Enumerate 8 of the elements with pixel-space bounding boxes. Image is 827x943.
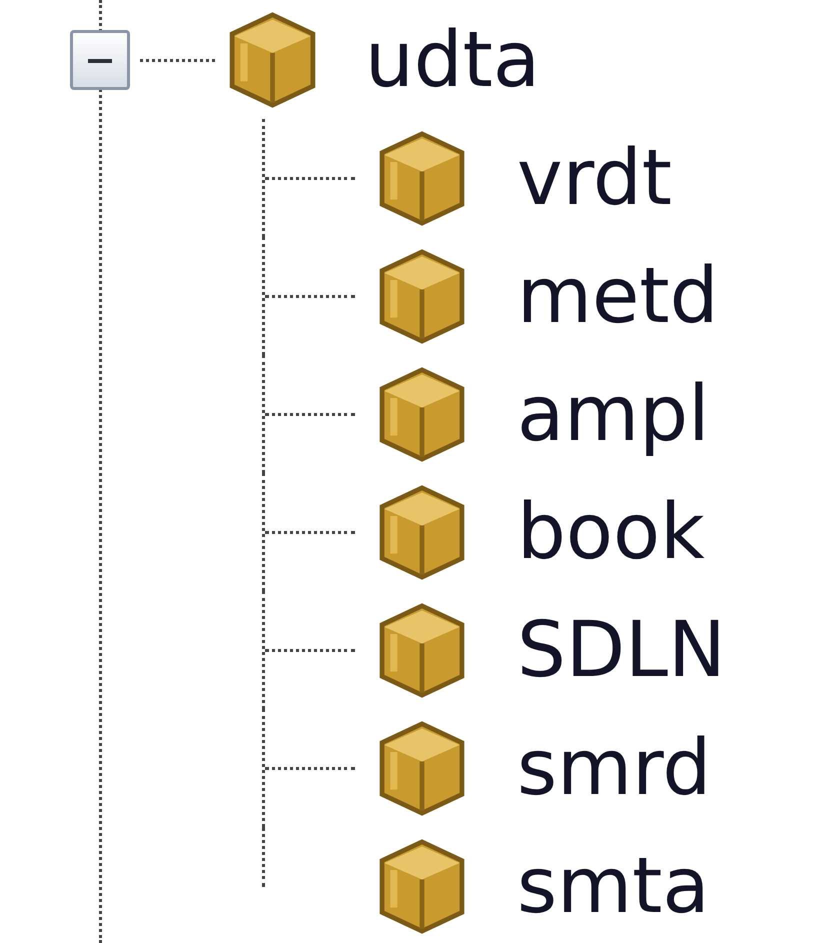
tree-item[interactable]: smta: [517, 848, 710, 924]
tree-item[interactable]: smrd: [517, 730, 712, 806]
tree-item[interactable]: udta: [365, 22, 540, 98]
tree-item[interactable]: SDLN: [517, 612, 726, 688]
collapse-toggle[interactable]: [70, 30, 130, 90]
tree-item[interactable]: book: [517, 494, 705, 570]
tree-item[interactable]: metd: [517, 258, 718, 334]
tree-item[interactable]: vrdt: [517, 140, 672, 216]
